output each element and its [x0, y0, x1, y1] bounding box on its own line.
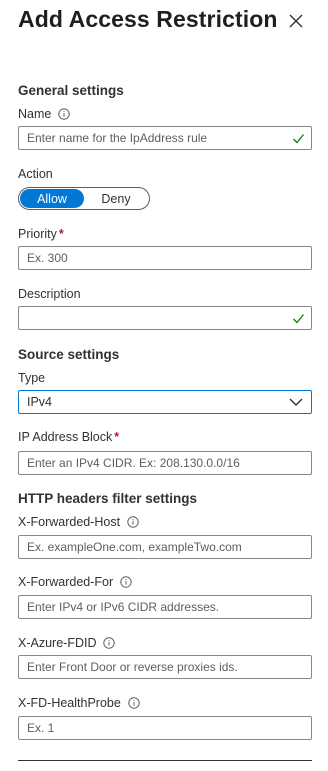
description-field[interactable] — [18, 306, 312, 330]
azure-fdid-input[interactable] — [19, 656, 311, 678]
azure-fdid-label: X-Azure-FDID — [18, 636, 97, 650]
name-field[interactable] — [18, 126, 312, 150]
fd-healthprobe-label: X-FD-HealthProbe — [18, 696, 121, 710]
panel-title: Add Access Restriction — [18, 6, 278, 32]
azure-fdid-field[interactable] — [18, 655, 312, 679]
forwarded-host-label-row: X-Forwarded-Host — [18, 515, 139, 529]
action-toggle[interactable]: Allow Deny — [18, 187, 150, 210]
close-icon — [289, 14, 303, 28]
http-headers-heading: HTTP headers filter settings — [18, 491, 198, 506]
chevron-down-icon — [289, 398, 303, 406]
fd-healthprobe-label-row: X-FD-HealthProbe — [18, 696, 140, 710]
forwarded-for-field[interactable] — [18, 595, 312, 619]
ip-block-label-row: IP Address Block * — [18, 430, 119, 444]
description-label: Description — [18, 287, 81, 301]
action-deny-option[interactable]: Deny — [84, 189, 148, 208]
azure-fdid-label-row: X-Azure-FDID — [18, 636, 116, 650]
forwarded-for-label: X-Forwarded-For — [18, 575, 114, 589]
forwarded-host-field[interactable] — [18, 535, 312, 559]
info-icon[interactable] — [127, 516, 139, 528]
priority-field[interactable] — [18, 246, 312, 270]
forwarded-for-label-row: X-Forwarded-For — [18, 575, 132, 589]
check-icon — [293, 134, 305, 144]
priority-label: Priority — [18, 227, 57, 241]
type-dropdown[interactable]: IPv4 — [18, 390, 312, 414]
name-label: Name — [18, 107, 52, 121]
name-label-row: Name — [18, 107, 71, 121]
required-marker: * — [58, 227, 64, 241]
check-icon — [293, 314, 305, 324]
ip-block-field[interactable] — [18, 451, 312, 475]
close-button[interactable] — [286, 11, 306, 31]
priority-label-row: Priority * — [18, 227, 64, 241]
description-input[interactable] — [19, 307, 311, 329]
forwarded-for-input[interactable] — [19, 596, 311, 618]
type-label: Type — [18, 371, 46, 385]
type-selected-value: IPv4 — [27, 395, 53, 409]
source-settings-heading: Source settings — [18, 347, 120, 362]
action-allow-option[interactable]: Allow — [20, 189, 84, 208]
info-icon[interactable] — [103, 637, 116, 649]
forwarded-host-label: X-Forwarded-Host — [18, 515, 121, 529]
ip-block-input[interactable] — [19, 452, 311, 474]
general-settings-heading: General settings — [18, 83, 124, 98]
name-input[interactable] — [19, 127, 311, 149]
forwarded-host-input[interactable] — [19, 536, 311, 558]
ip-block-label: IP Address Block — [18, 430, 113, 444]
info-icon[interactable] — [120, 576, 132, 588]
fd-healthprobe-input[interactable] — [19, 717, 311, 739]
action-label: Action — [18, 167, 53, 181]
footer-divider — [18, 760, 312, 761]
required-marker: * — [114, 430, 120, 444]
priority-input[interactable] — [19, 247, 311, 269]
fd-healthprobe-field[interactable] — [18, 716, 312, 740]
info-icon[interactable] — [58, 108, 71, 120]
info-icon[interactable] — [128, 697, 140, 709]
